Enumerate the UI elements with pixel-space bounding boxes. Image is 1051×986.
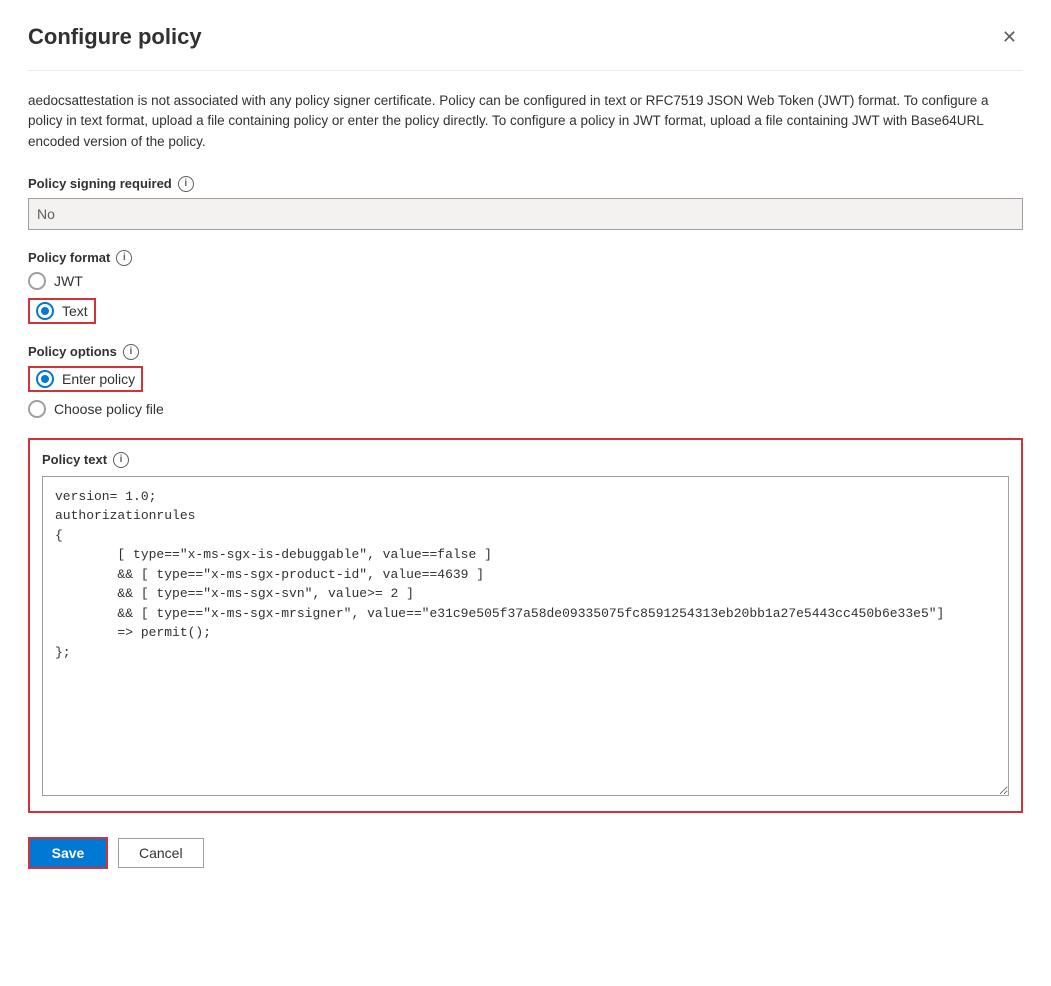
policy-options-info-icon[interactable]: i xyxy=(123,344,139,360)
policy-options-enter-option[interactable]: Enter policy xyxy=(28,366,1023,392)
policy-signing-info-icon[interactable]: i xyxy=(178,176,194,192)
policy-text-section: Policy text i xyxy=(28,438,1023,813)
policy-options-radio-group: Enter policy Choose policy file xyxy=(28,366,1023,418)
policy-signing-group: Policy signing required i No xyxy=(28,176,1023,230)
policy-format-info-icon[interactable]: i xyxy=(116,250,132,266)
policy-format-jwt-option[interactable]: JWT xyxy=(28,272,1023,290)
header-divider xyxy=(28,70,1023,71)
policy-format-text-highlighted: Text xyxy=(28,298,96,324)
policy-signing-dropdown[interactable]: No xyxy=(28,198,1023,230)
policy-format-text-label: Text xyxy=(62,303,88,319)
description-text: aedocsattestation is not associated with… xyxy=(28,91,1023,152)
policy-format-group: Policy format i JWT Text xyxy=(28,250,1023,324)
policy-signing-label: Policy signing required i xyxy=(28,176,1023,192)
policy-options-file-radio[interactable] xyxy=(28,400,46,418)
policy-options-file-option[interactable]: Choose policy file xyxy=(28,400,1023,418)
policy-text-label-text: Policy text xyxy=(42,452,107,467)
policy-format-text-option[interactable]: Text xyxy=(28,298,1023,324)
dialog-title: Configure policy xyxy=(28,24,202,50)
policy-format-jwt-label: JWT xyxy=(54,273,83,289)
save-button[interactable]: Save xyxy=(28,837,108,869)
button-row: Save Cancel xyxy=(28,837,1023,869)
policy-format-radio-group: JWT Text xyxy=(28,272,1023,324)
close-button[interactable]: ✕ xyxy=(996,24,1023,50)
policy-options-enter-radio[interactable] xyxy=(36,370,54,388)
policy-signing-value: No xyxy=(37,206,55,222)
policy-options-file-label: Choose policy file xyxy=(54,401,164,417)
policy-signing-label-text: Policy signing required xyxy=(28,176,172,191)
policy-options-enter-highlighted: Enter policy xyxy=(28,366,143,392)
dialog-header: Configure policy ✕ xyxy=(28,24,1023,50)
policy-format-jwt-radio[interactable] xyxy=(28,272,46,290)
policy-options-label: Policy options i xyxy=(28,344,1023,360)
policy-text-info-icon[interactable]: i xyxy=(113,452,129,468)
policy-format-label: Policy format i xyxy=(28,250,1023,266)
configure-policy-dialog: Configure policy ✕ aedocsattestation is … xyxy=(0,0,1051,986)
policy-options-group: Policy options i Enter policy Choose pol… xyxy=(28,344,1023,418)
policy-text-label: Policy text i xyxy=(42,452,1009,468)
policy-options-label-text: Policy options xyxy=(28,344,117,359)
policy-format-text-radio[interactable] xyxy=(36,302,54,320)
policy-format-label-text: Policy format xyxy=(28,250,110,265)
policy-text-textarea[interactable] xyxy=(42,476,1009,796)
cancel-button[interactable]: Cancel xyxy=(118,838,204,868)
policy-options-enter-label: Enter policy xyxy=(62,371,135,387)
